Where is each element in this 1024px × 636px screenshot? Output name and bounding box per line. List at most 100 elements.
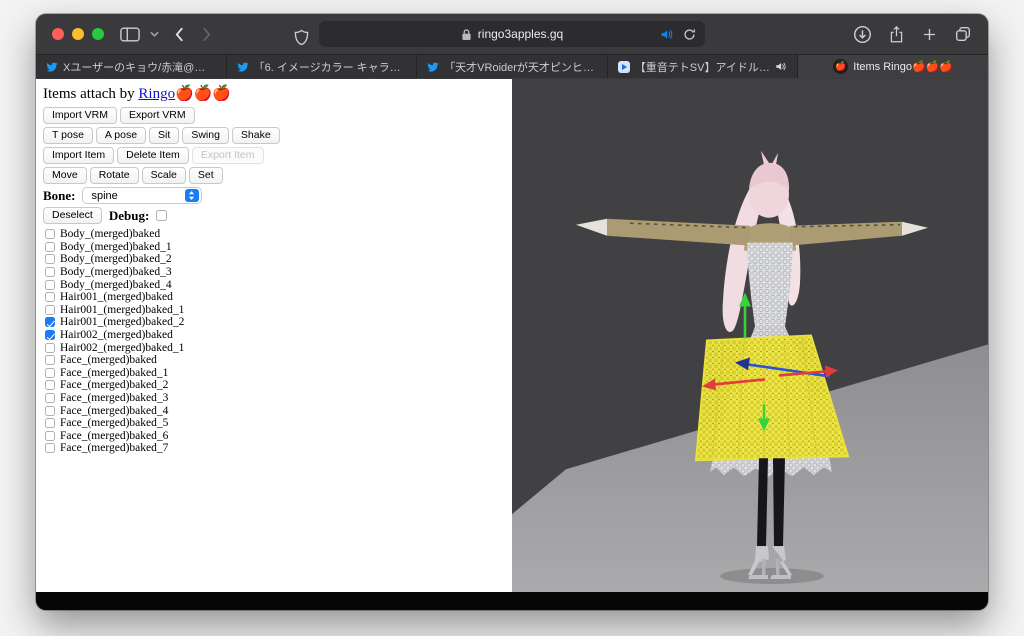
mesh-row: Hair001_(merged)baked_1 <box>45 304 506 317</box>
twitter-icon <box>427 61 439 73</box>
import-item-button[interactable]: Import Item <box>43 147 115 164</box>
tab-overview-icon[interactable] <box>954 22 972 46</box>
mesh-row: Hair002_(merged)baked <box>45 329 506 342</box>
delete-item-button[interactable]: Delete Item <box>117 147 189 164</box>
mesh-checkbox[interactable] <box>45 317 55 328</box>
chevron-down-icon[interactable] <box>150 22 159 46</box>
mesh-checkbox[interactable] <box>45 405 55 416</box>
mesh-label: Face_(merged)baked_2 <box>60 379 169 392</box>
tab-label: Xユーザーのキョウ/赤滝@ロケット工房-F3... <box>63 61 216 74</box>
mesh-row: Hair002_(merged)baked_1 <box>45 341 506 354</box>
debug-checkbox[interactable] <box>156 210 168 221</box>
mesh-label: Face_(merged)baked_7 <box>60 442 169 455</box>
share-icon[interactable] <box>888 22 905 46</box>
tab-twitter-1[interactable]: Xユーザーのキョウ/赤滝@ロケット工房-F3... <box>36 55 227 78</box>
mesh-list: Body_(merged)baked Body_(merged)baked_1 Bo… <box>43 228 506 455</box>
move-button[interactable]: Move <box>43 167 87 184</box>
set-button[interactable]: Set <box>188 167 223 184</box>
mesh-label: Body_(merged)baked_2 <box>60 253 172 266</box>
mesh-row: Body_(merged)baked_3 <box>45 266 506 279</box>
mesh-checkbox[interactable] <box>45 380 55 391</box>
toolbar-left-group <box>52 14 211 54</box>
mesh-checkbox[interactable] <box>45 241 55 252</box>
vrm-button-row: Import VRM Export VRM <box>43 107 506 124</box>
new-tab-icon[interactable] <box>921 22 938 46</box>
tab-items-ringo[interactable]: 🍎 Items Ringo🍎🍎🍎 <box>798 55 988 78</box>
mesh-checkbox[interactable] <box>45 430 55 441</box>
import-vrm-button[interactable]: Import VRM <box>43 107 118 124</box>
bone-select-value: spine <box>91 189 118 202</box>
export-vrm-button[interactable]: Export VRM <box>120 107 195 124</box>
sidebar-toggle-icon[interactable] <box>120 22 140 46</box>
debug-label: Debug: <box>108 207 150 223</box>
downloads-icon[interactable] <box>853 22 872 46</box>
tab-label: 「6. イメージカラー キャラごとに設定されて… <box>253 61 407 74</box>
page-bottom-bar <box>36 592 988 610</box>
app-panel: Items attach by Ringo🍎🍎🍎 Import VRM Expo… <box>36 79 512 592</box>
mesh-label: Face_(merged)baked <box>60 354 157 367</box>
tab-twitter-2[interactable]: 「6. イメージカラー キャラごとに設定されて… <box>226 55 418 78</box>
title-apples: 🍎🍎🍎 <box>175 86 232 102</box>
deselect-button[interactable]: Deselect <box>43 207 102 224</box>
mesh-row: Body_(merged)baked_4 <box>45 278 506 291</box>
back-icon[interactable] <box>175 22 184 46</box>
mesh-checkbox[interactable] <box>45 229 55 240</box>
mesh-checkbox[interactable] <box>45 418 55 429</box>
privacy-shield-icon[interactable] <box>294 25 309 49</box>
mesh-row: Face_(merged)baked_4 <box>45 404 506 417</box>
tab-audio-icon[interactable] <box>775 61 787 72</box>
mesh-checkbox[interactable] <box>45 355 55 366</box>
mesh-checkbox[interactable] <box>45 443 55 454</box>
mesh-row: Face_(merged)baked <box>45 354 506 367</box>
transform-button-row: Move Rotate Scale Set <box>43 167 506 184</box>
mesh-row: Face_(merged)baked_3 <box>45 392 506 405</box>
forward-icon[interactable] <box>202 22 211 46</box>
twitter-icon <box>46 61 58 73</box>
mesh-label: Body_(merged)baked <box>60 228 161 241</box>
ringo-link[interactable]: Ringo <box>138 86 175 102</box>
lock-icon <box>461 28 472 41</box>
tab-label: 「天才VRoiderが天才ピンヒールを作っていら… <box>444 61 597 74</box>
close-window-button[interactable] <box>52 28 64 40</box>
a-pose-button[interactable]: A pose <box>95 127 147 144</box>
mesh-label: Face_(merged)baked_3 <box>60 392 169 405</box>
minimize-window-button[interactable] <box>72 28 84 40</box>
bone-label: Bone: <box>43 187 76 203</box>
mesh-label: Face_(merged)baked_1 <box>60 366 169 379</box>
reload-icon[interactable] <box>683 28 696 41</box>
mesh-checkbox[interactable] <box>45 254 55 265</box>
address-bar[interactable]: ringo3apples.gq <box>319 21 705 47</box>
mesh-checkbox[interactable] <box>45 304 55 315</box>
selected-item-highlight[interactable] <box>694 334 850 462</box>
tab-label: 【重音テトSV】アイドル (YOASOBI / 推しの… <box>634 61 771 74</box>
mesh-checkbox[interactable] <box>45 330 55 341</box>
mesh-checkbox[interactable] <box>45 267 55 278</box>
toolbar-right-group <box>853 14 972 54</box>
mesh-checkbox[interactable] <box>45 279 55 290</box>
mesh-checkbox[interactable] <box>45 393 55 404</box>
export-item-button[interactable]: Export Item <box>191 147 264 164</box>
shake-button[interactable]: Shake <box>231 127 280 144</box>
browser-toolbar: ringo3apples.gq <box>36 14 988 54</box>
viewport-3d[interactable] <box>512 79 988 592</box>
mesh-label: Face_(merged)baked_6 <box>60 429 169 442</box>
swing-button[interactable]: Swing <box>182 127 229 144</box>
mesh-checkbox[interactable] <box>45 342 55 353</box>
bone-select[interactable]: spine <box>81 187 202 204</box>
rotate-button[interactable]: Rotate <box>89 167 139 184</box>
tab-twitter-3[interactable]: 「天才VRoiderが天才ピンヒールを作っていら… <box>417 55 608 78</box>
mesh-checkbox[interactable] <box>45 367 55 378</box>
mesh-checkbox[interactable] <box>45 292 55 303</box>
select-stepper-icon <box>184 189 199 202</box>
tab-video[interactable]: 【重音テトSV】アイドル (YOASOBI / 推しの… <box>607 55 799 78</box>
sit-button[interactable]: Sit <box>149 127 180 144</box>
zoom-window-button[interactable] <box>92 28 104 40</box>
mesh-label: Hair002_(merged)baked_1 <box>60 341 185 354</box>
mesh-row: Body_(merged)baked_2 <box>45 253 506 266</box>
tab-audio-mute-icon[interactable] <box>660 28 674 41</box>
t-pose-button[interactable]: T pose <box>43 127 93 144</box>
scene-svg <box>512 150 988 592</box>
scale-button[interactable]: Scale <box>141 167 186 184</box>
mesh-label: Hair001_(merged)baked <box>60 291 173 304</box>
mesh-label: Body_(merged)baked_4 <box>60 278 172 291</box>
